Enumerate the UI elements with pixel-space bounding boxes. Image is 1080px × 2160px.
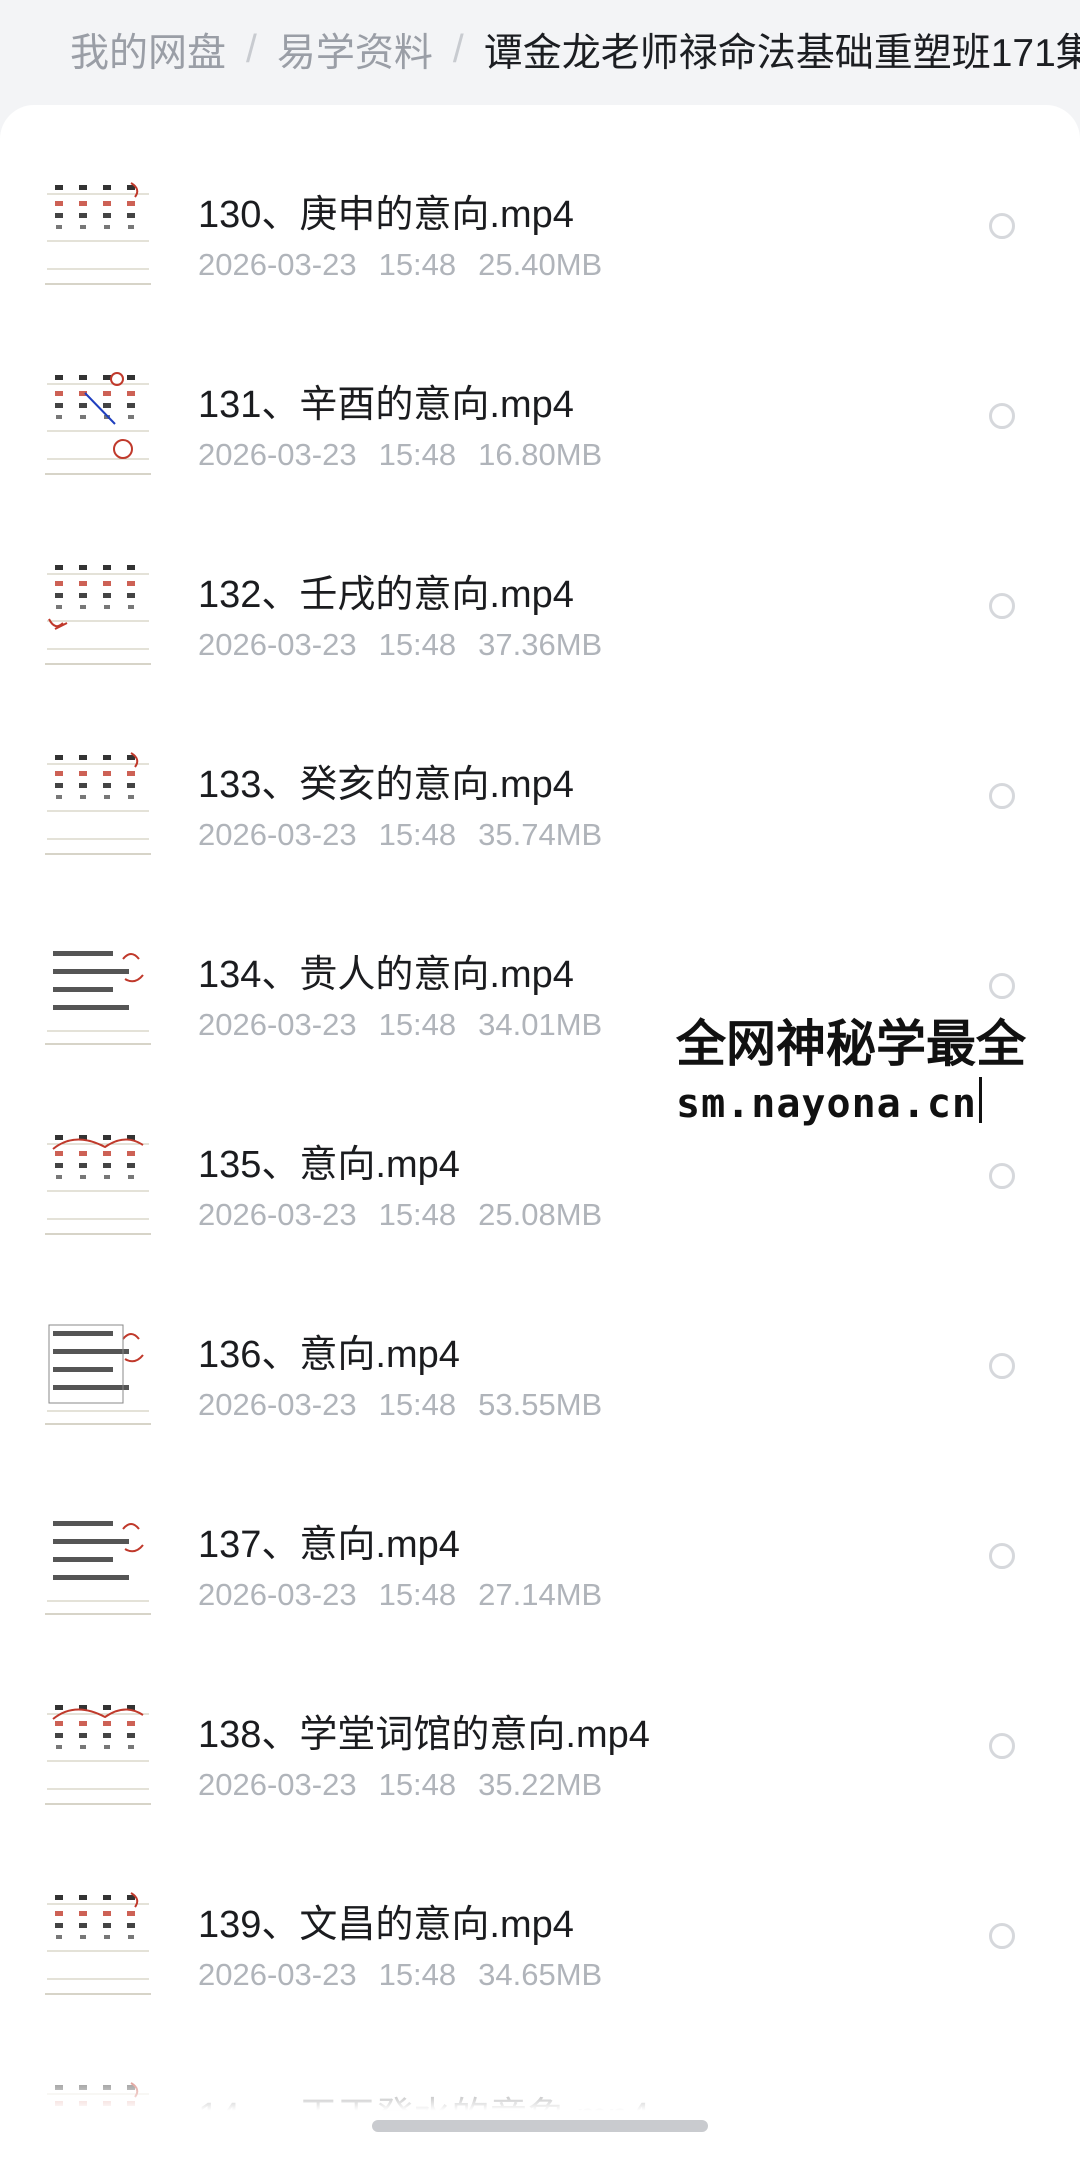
select-radio[interactable] <box>989 593 1015 619</box>
file-meta: 2026-03-23 15:48 35.74MB <box>198 817 602 853</box>
file-row[interactable]: 133、癸亥的意向.mp4 2026-03-23 15:48 35.74MB <box>0 733 1080 923</box>
file-time: 15:48 <box>378 627 457 662</box>
file-name[interactable]: 136、意向.mp4 <box>198 1323 460 1378</box>
file-size: 34.65MB <box>478 1957 603 1992</box>
file-meta: 2026-03-23 15:48 35.22MB <box>198 1767 602 1803</box>
file-time: 15:48 <box>378 247 457 282</box>
watermark-line2: sm.nayona.cn <box>676 1076 1080 1132</box>
file-row[interactable]: 130、庚申的意向.mp4 2026-03-23 15:48 25.40MB <box>0 163 1080 353</box>
file-size: 25.40MB <box>478 247 603 282</box>
file-row[interactable]: 136、意向.mp4 2026-03-23 15:48 53.55MB <box>0 1303 1080 1493</box>
file-meta: 2026-03-23 15:48 16.80MB <box>198 437 602 473</box>
file-size: 37.36MB <box>478 627 603 662</box>
file-date: 2026-03-23 <box>198 437 357 472</box>
select-radio[interactable] <box>989 783 1015 809</box>
file-name[interactable]: 132、壬戌的意向.mp4 <box>198 563 574 618</box>
select-radio[interactable] <box>989 1353 1015 1379</box>
file-date: 2026-03-23 <box>198 1957 357 1992</box>
breadcrumb-separator: / <box>246 28 257 71</box>
file-size: 53.55MB <box>478 1387 603 1422</box>
file-row[interactable]: 132、壬戌的意向.mp4 2026-03-23 15:48 37.36MB <box>0 543 1080 733</box>
file-date: 2026-03-23 <box>198 1197 357 1232</box>
file-date: 2026-03-23 <box>198 1007 357 1042</box>
breadcrumb-separator: / <box>452 28 464 71</box>
file-time: 15:48 <box>378 1767 457 1802</box>
file-name[interactable]: 131、辛酉的意向.mp4 <box>198 373 574 428</box>
select-radio[interactable] <box>989 1923 1015 1949</box>
file-time: 15:48 <box>378 1957 457 1992</box>
file-meta: 2026-03-23 15:48 25.40MB <box>198 247 602 283</box>
file-time: 15:48 <box>378 817 457 852</box>
file-meta: 2026-03-23 15:48 34.01MB <box>198 1007 602 1043</box>
select-radio[interactable] <box>989 403 1015 429</box>
file-date: 2026-03-23 <box>198 247 357 282</box>
file-list-panel: 130、庚申的意向.mp4 2026-03-23 15:48 25.40MB 131、辛… <box>0 105 1080 2160</box>
file-size: 35.22MB <box>478 1767 603 1802</box>
file-date: 2026-03-23 <box>198 1577 357 1612</box>
file-row[interactable]: 137、意向.mp4 2026-03-23 15:48 27.14MB <box>0 1493 1080 1683</box>
select-radio[interactable] <box>989 1163 1015 1189</box>
file-name[interactable]: 138、学堂词馆的意向.mp4 <box>198 1703 650 1758</box>
file-row[interactable]: 139、文昌的意向.mp4 2026-03-23 15:48 34.65MB <box>0 1873 1080 2063</box>
file-size: 35.74MB <box>478 817 603 852</box>
breadcrumb-item-yixue[interactable]: 易学资料 <box>277 22 433 78</box>
file-meta: 2026-03-23 15:48 25.08MB <box>198 1197 602 1233</box>
video-thumbnail <box>45 1319 151 1425</box>
video-thumbnail <box>45 559 151 665</box>
home-indicator[interactable] <box>372 2120 708 2132</box>
file-time: 15:48 <box>378 1577 457 1612</box>
watermark-line1: 全网神秘学最全 <box>676 1015 1026 1073</box>
video-thumbnail <box>45 369 151 475</box>
file-name[interactable]: 134、贵人的意向.mp4 <box>198 943 574 998</box>
video-thumbnail <box>45 1699 151 1805</box>
file-list: 130、庚申的意向.mp4 2026-03-23 15:48 25.40MB 131、辛… <box>0 163 1080 2160</box>
file-name[interactable]: 130、庚申的意向.mp4 <box>198 183 574 238</box>
list-fade <box>0 2050 1080 2160</box>
file-time: 15:48 <box>378 1007 457 1042</box>
breadcrumb: 我的网盘 / 易学资料 / 谭金龙老师禄命法基础重塑班171集 <box>70 10 1080 90</box>
select-radio[interactable] <box>989 213 1015 239</box>
select-radio[interactable] <box>989 973 1015 999</box>
video-thumbnail <box>45 1889 151 1995</box>
file-time: 15:48 <box>378 437 457 472</box>
file-row[interactable]: 131、辛酉的意向.mp4 2026-03-23 15:48 16.80MB <box>0 353 1080 543</box>
file-time: 15:48 <box>378 1387 457 1422</box>
file-name[interactable]: 135、意向.mp4 <box>198 1133 460 1188</box>
file-size: 27.14MB <box>478 1577 603 1612</box>
file-size: 16.80MB <box>478 437 603 472</box>
breadcrumb-item-my-drive[interactable]: 我的网盘 <box>70 22 226 78</box>
file-name[interactable]: 137、意向.mp4 <box>198 1513 460 1568</box>
file-size: 25.08MB <box>478 1197 603 1232</box>
file-name[interactable]: 139、文昌的意向.mp4 <box>198 1893 574 1948</box>
file-time: 15:48 <box>378 1197 457 1232</box>
watermark: 全网神秘学最全 sm.nayona.cn <box>676 1012 1080 1132</box>
video-thumbnail <box>45 939 151 1045</box>
video-thumbnail <box>45 1509 151 1615</box>
file-row[interactable]: 138、学堂词馆的意向.mp4 2026-03-23 15:48 35.22MB <box>0 1683 1080 1873</box>
file-date: 2026-03-23 <box>198 1767 357 1802</box>
file-meta: 2026-03-23 15:48 37.36MB <box>198 627 602 663</box>
video-thumbnail <box>45 749 151 855</box>
file-meta: 2026-03-23 15:48 27.14MB <box>198 1577 602 1613</box>
file-date: 2026-03-23 <box>198 817 357 852</box>
video-thumbnail <box>45 179 151 285</box>
file-date: 2026-03-23 <box>198 1387 357 1422</box>
video-thumbnail <box>45 1129 151 1235</box>
file-meta: 2026-03-23 15:48 53.55MB <box>198 1387 602 1423</box>
breadcrumb-current-folder: 谭金龙老师禄命法基础重塑班171集 <box>483 32 1080 75</box>
file-date: 2026-03-23 <box>198 627 357 662</box>
select-radio[interactable] <box>989 1733 1015 1759</box>
file-name[interactable]: 133、癸亥的意向.mp4 <box>198 753 574 808</box>
file-size: 34.01MB <box>478 1007 603 1042</box>
select-radio[interactable] <box>989 1543 1015 1569</box>
file-row[interactable]: 135、意向.mp4 2026-03-23 15:48 25.08MB <box>0 1113 1080 1303</box>
file-meta: 2026-03-23 15:48 34.65MB <box>198 1957 602 1993</box>
